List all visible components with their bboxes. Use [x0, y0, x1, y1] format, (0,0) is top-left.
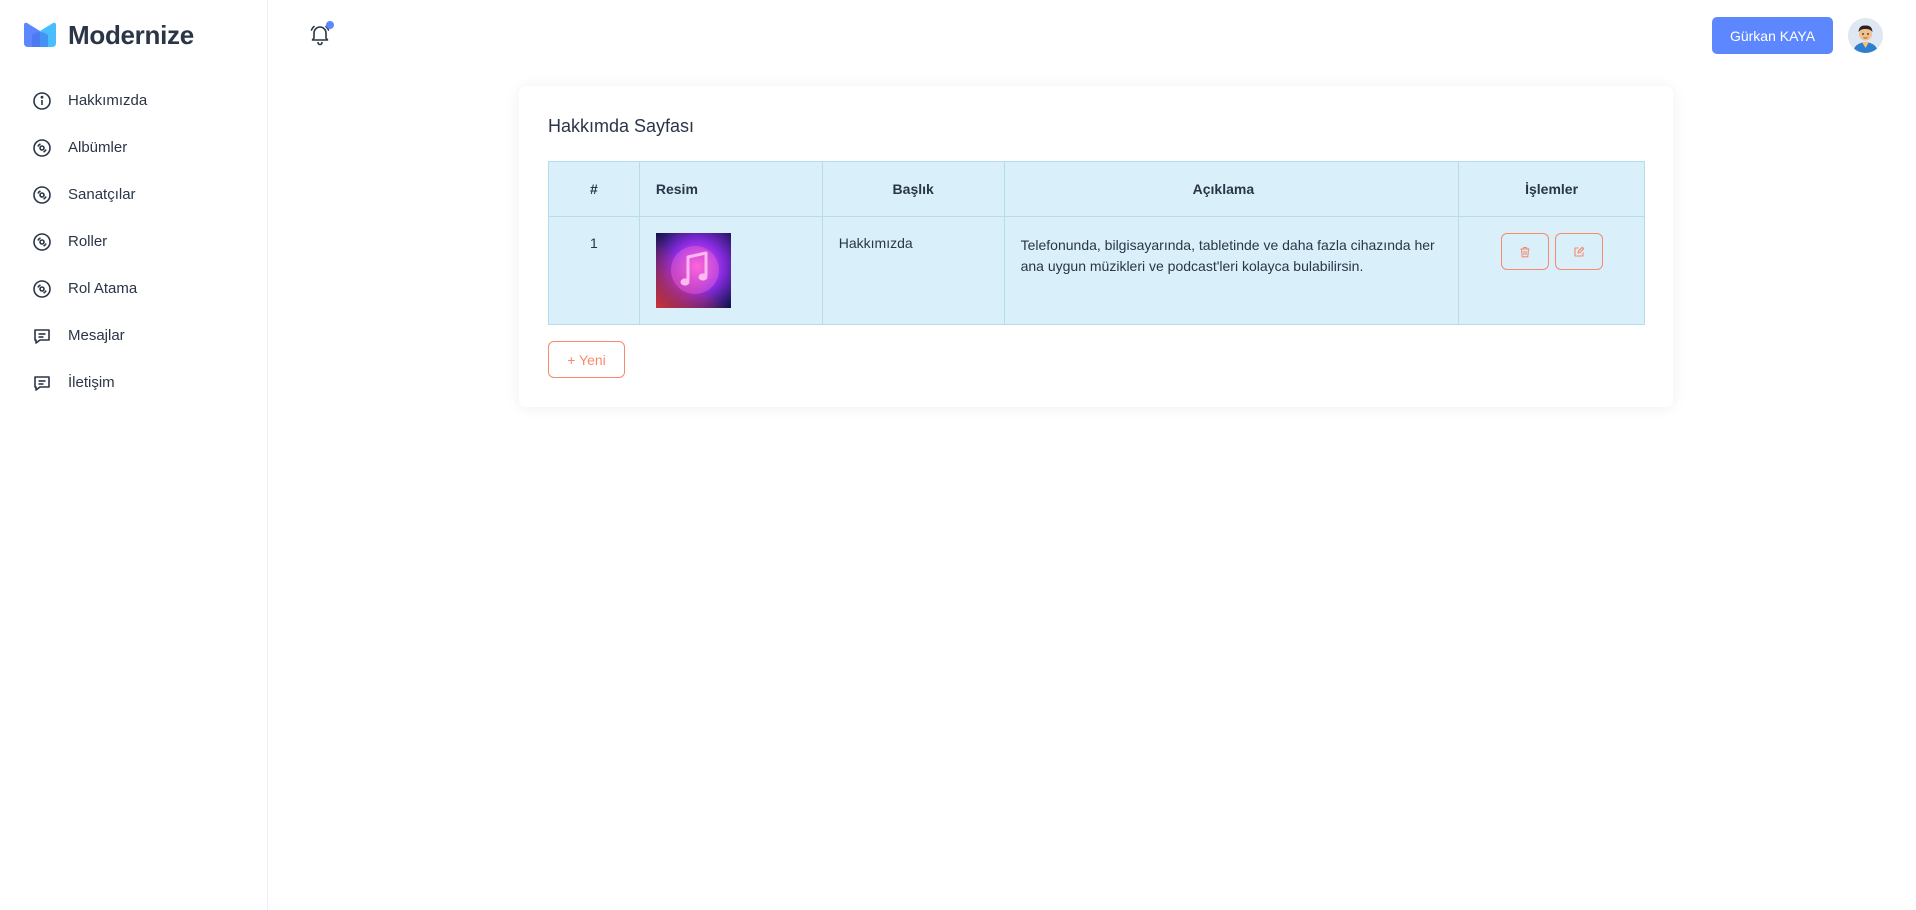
table-row: 1 Hakkımızda Telefonunda, bilgisayarında… — [548, 216, 1645, 325]
disc-icon — [32, 279, 52, 299]
sidebar-item-iletisim[interactable]: İletişim — [24, 359, 254, 406]
new-button[interactable]: + Yeni — [548, 341, 625, 378]
message-icon — [32, 373, 52, 393]
sidebar-item-label: Hakkımızda — [68, 92, 148, 109]
cell-description: Telefonunda, bilgisayarında, tabletinde … — [1003, 216, 1460, 325]
info-circle-icon — [32, 91, 52, 111]
sidebar-item-label: Albümler — [68, 139, 128, 156]
sidebar: Modernize Hakkımızda Albümler Sanatçılar — [0, 0, 268, 910]
avatar[interactable] — [1848, 18, 1883, 53]
about-table: # Resim Başlık Açıklama İşlemler 1 Hakkı… — [548, 161, 1645, 325]
sidebar-nav: Hakkımızda Albümler Sanatçılar Roller Ro… — [24, 77, 254, 406]
music-note-image — [655, 233, 731, 308]
column-header-number: # — [548, 161, 640, 217]
sidebar-item-roller[interactable]: Roller — [24, 218, 254, 265]
column-header-title: Başlık — [821, 161, 1005, 217]
page-title: Hakkımda Sayfası — [548, 116, 695, 136]
message-icon — [32, 326, 52, 346]
notification-badge — [326, 21, 334, 29]
cell-image — [638, 216, 823, 325]
edit-button[interactable] — [1554, 233, 1603, 270]
delete-button[interactable] — [1500, 233, 1549, 270]
notifications-button[interactable] — [308, 21, 334, 46]
column-header-image: Resim — [638, 161, 823, 217]
disc-icon — [32, 232, 52, 252]
table-header-row: # Resim Başlık Açıklama İşlemler — [548, 161, 1645, 217]
sidebar-item-hakkimizda[interactable]: Hakkımızda — [24, 77, 254, 124]
disc-icon — [32, 138, 52, 158]
sidebar-item-albumler[interactable]: Albümler — [24, 124, 254, 171]
trash-icon — [1520, 246, 1530, 257]
user-menu-button[interactable]: Gürkan KAYA — [1712, 17, 1833, 54]
sidebar-item-sanatcilar[interactable]: Sanatçılar — [24, 171, 254, 218]
cell-actions — [1458, 216, 1645, 325]
user-avatar-icon — [1848, 18, 1883, 53]
sidebar-item-label: Mesajlar — [68, 327, 125, 344]
brand[interactable]: Modernize — [22, 20, 194, 50]
column-header-description: Açıklama — [1003, 161, 1460, 217]
sidebar-item-label: Rol Atama — [68, 280, 138, 297]
disc-icon — [32, 185, 52, 205]
modernize-logo-icon — [24, 22, 56, 47]
about-card: Hakkımda Sayfası # Resim Başlık Açıklama… — [519, 86, 1673, 407]
cell-number: 1 — [548, 216, 640, 325]
column-header-actions: İşlemler — [1458, 161, 1645, 217]
sidebar-item-mesajlar[interactable]: Mesajlar — [24, 312, 254, 359]
cell-title: Hakkımızda — [821, 216, 1005, 325]
app-root: Modernize Hakkımızda Albümler Sanatçılar — [0, 0, 1916, 910]
edit-icon — [1573, 246, 1584, 257]
sidebar-item-label: Sanatçılar — [68, 186, 136, 203]
sidebar-item-label: İletişim — [68, 374, 115, 391]
sidebar-item-rol-atama[interactable]: Rol Atama — [24, 265, 254, 312]
brand-name: Modernize — [68, 19, 194, 50]
sidebar-item-label: Roller — [68, 233, 108, 250]
